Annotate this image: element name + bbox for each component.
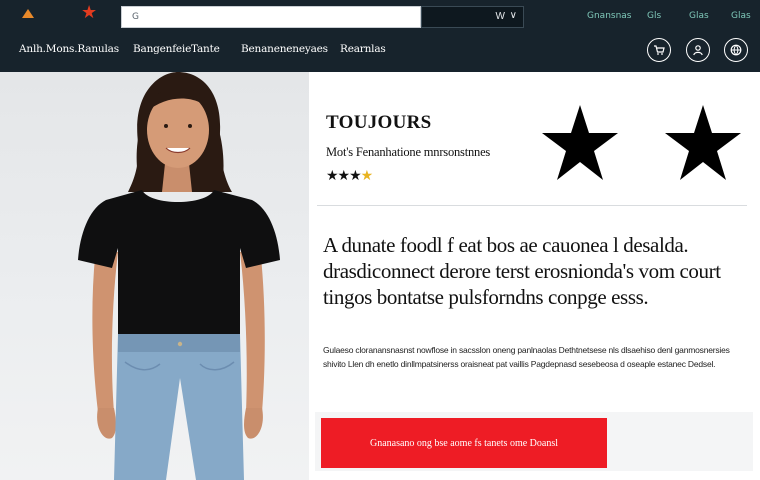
- star-half-icon: ★: [360, 167, 374, 183]
- product-details: TOUJOURS Mot's Fenanhatione mnrsonstnnes…: [309, 72, 760, 480]
- chevron-down-icon: ∨: [509, 10, 517, 21]
- user-icon: [693, 45, 703, 56]
- divider: [317, 205, 747, 206]
- top-header: ★ G W ∨ Gnansnas Gls Glas Glas Anlh.Mons…: [0, 0, 760, 72]
- search-placeholder: G: [132, 12, 139, 22]
- search-category-dropdown[interactable]: W ∨: [421, 6, 524, 28]
- search-input[interactable]: G: [121, 6, 421, 28]
- nav-link-3[interactable]: Tante: [191, 43, 220, 55]
- nav-link-4[interactable]: Benaneneneyaes: [241, 43, 328, 55]
- product-brand: TOUJOURS: [326, 112, 432, 133]
- favorite-star-icon[interactable]: ★: [81, 3, 97, 21]
- add-to-cart-button[interactable]: Gnanasano ong bse aome fs tanets ome Doa…: [321, 418, 607, 468]
- account-button[interactable]: [686, 38, 710, 62]
- star-icon[interactable]: [540, 103, 620, 183]
- brand-logo-icon[interactable]: [22, 9, 34, 18]
- globe-icon: [730, 44, 742, 56]
- rating-stars: ★★★★: [326, 167, 374, 184]
- rating-stars-full: ★★★: [326, 167, 362, 183]
- cart-button[interactable]: [647, 38, 671, 62]
- nav-link-5[interactable]: Rearnlas: [340, 43, 386, 55]
- nav-link-2[interactable]: Bangenfeie: [133, 43, 191, 55]
- cta-container: Gnanasano ong bse aome fs tanets ome Doa…: [315, 412, 753, 471]
- top-link-2[interactable]: Gls: [647, 11, 661, 21]
- search-dropdown-label: W: [495, 11, 505, 22]
- top-link-4[interactable]: Glas: [731, 11, 751, 21]
- language-button[interactable]: [724, 38, 748, 62]
- product-headline: A dunate foodl f eat bos ae cauonea l de…: [323, 233, 721, 309]
- cart-icon: [654, 45, 665, 55]
- model-photo: [78, 72, 280, 480]
- star-icon[interactable]: [663, 103, 743, 183]
- nav-link-1[interactable]: Anlh.Mons.Ranulas: [19, 43, 119, 55]
- product-image[interactable]: [0, 72, 309, 480]
- top-link-1[interactable]: Gnansnas: [587, 11, 632, 21]
- top-link-3[interactable]: Glas: [689, 11, 709, 21]
- product-subtitle: Mot's Fenanhatione mnrsonstnnes: [326, 145, 491, 159]
- product-description: Gulaeso cloranansnasnst nowflose in sacs…: [323, 345, 730, 369]
